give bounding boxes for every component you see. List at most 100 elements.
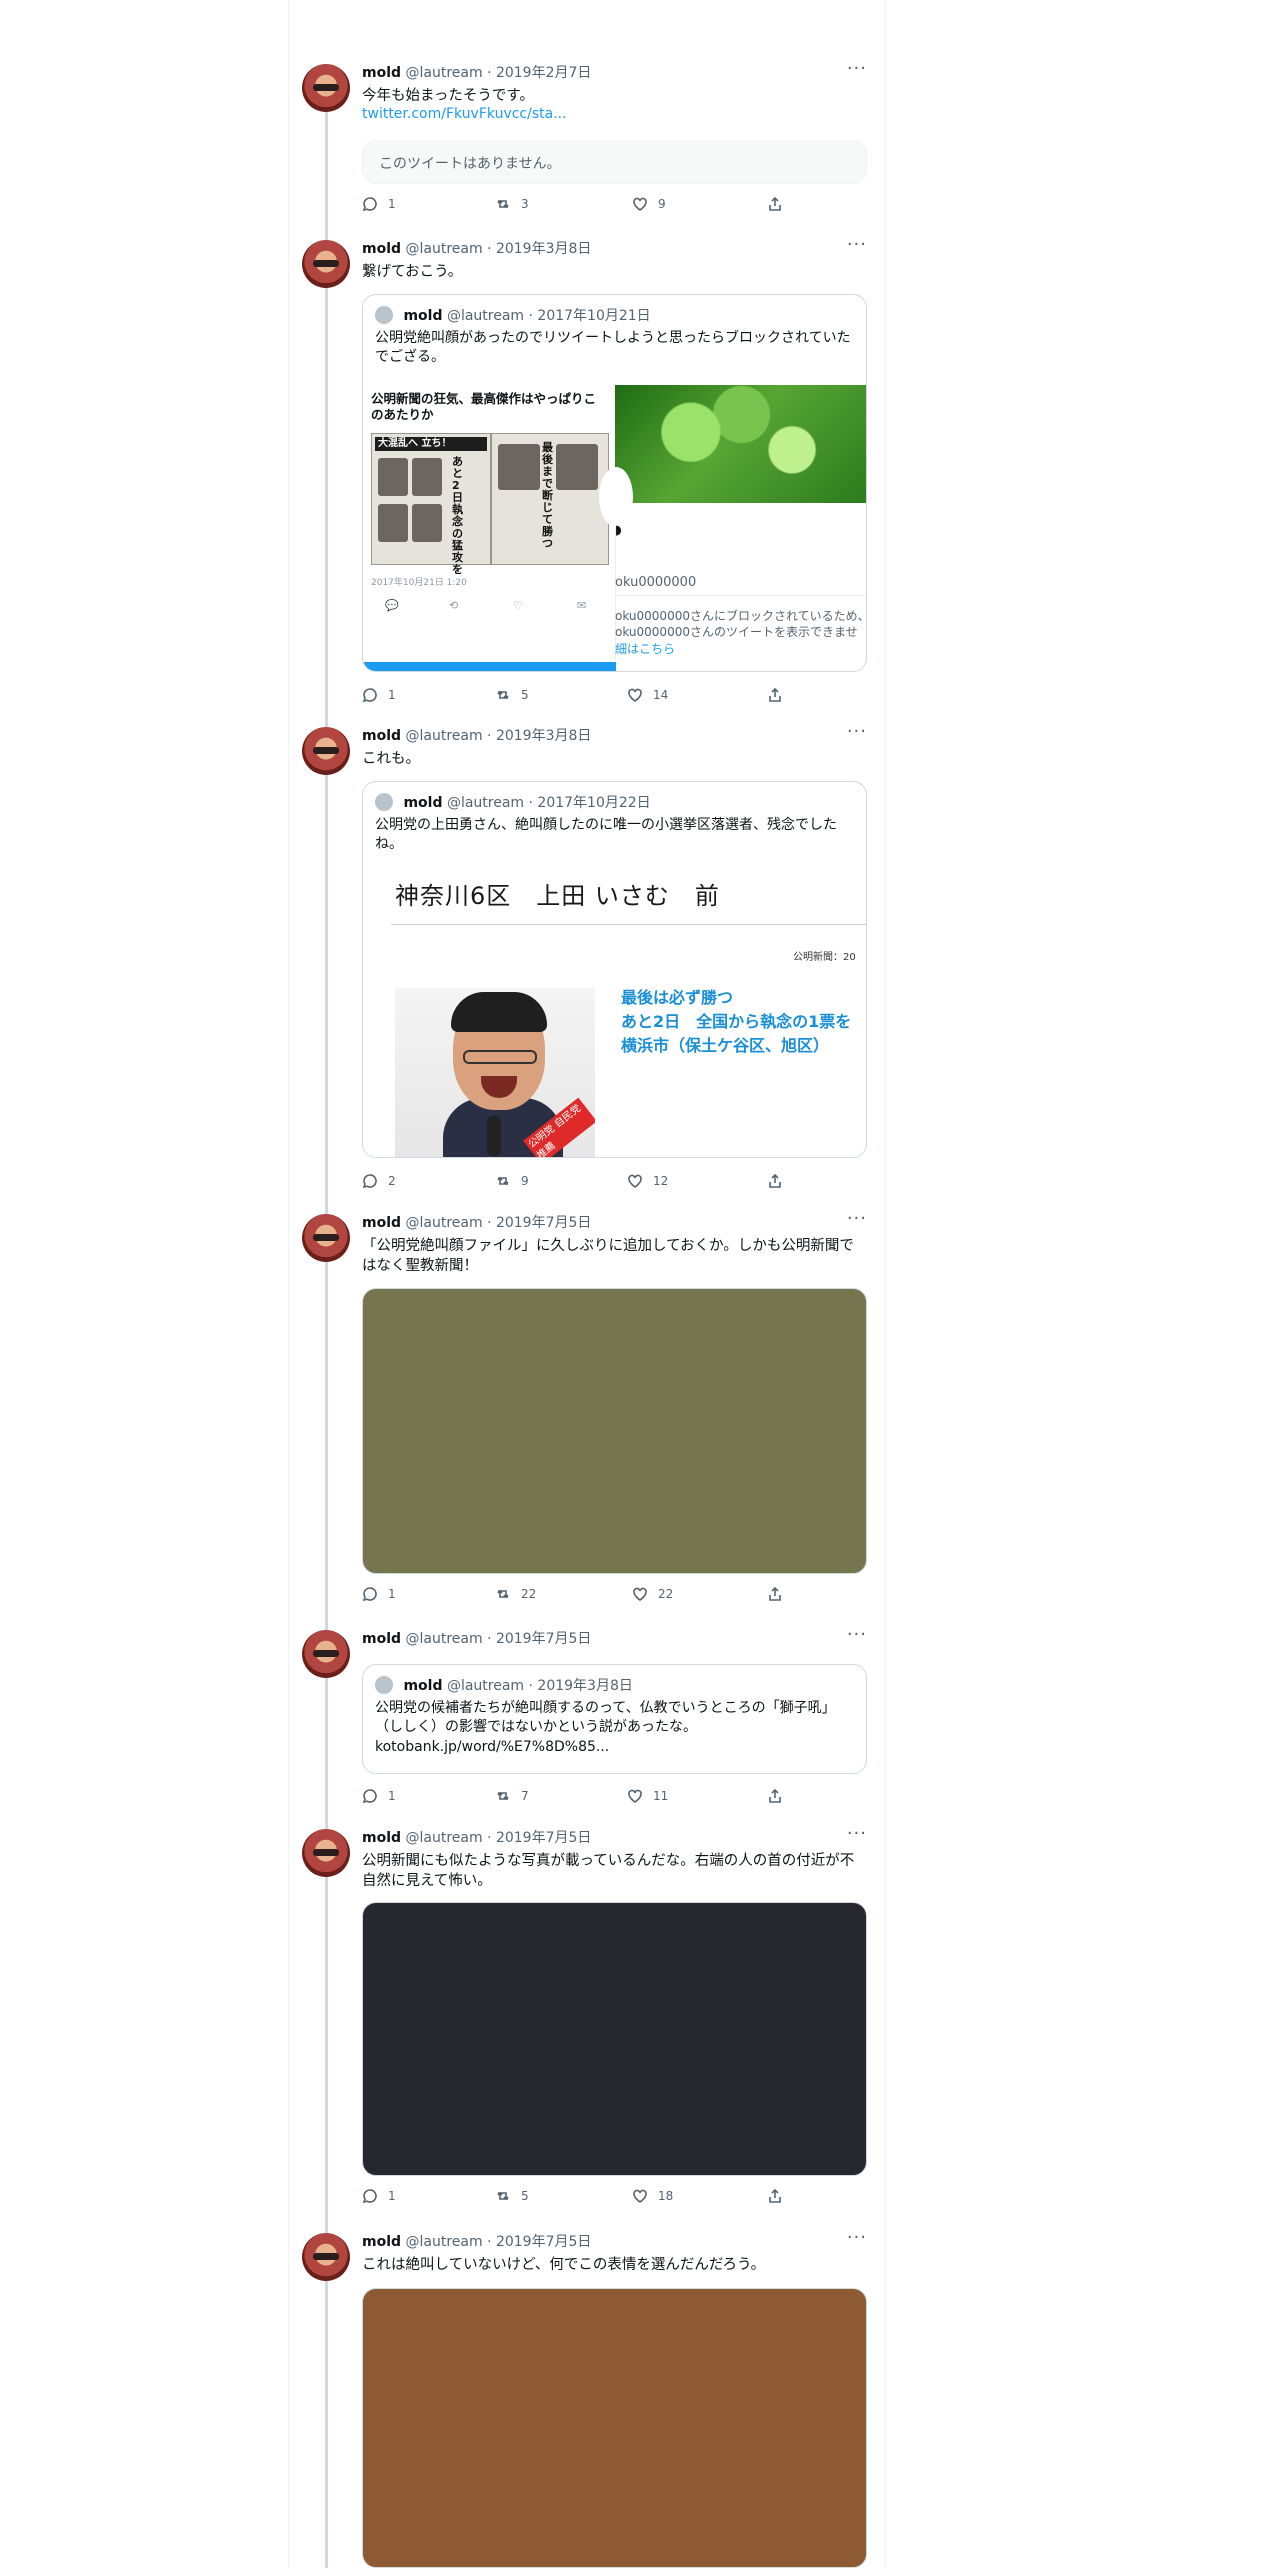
tweet-date[interactable]: 2019年7月5日 — [496, 2234, 591, 2250]
tweet-date[interactable]: 2019年7月5日 — [496, 1631, 591, 1647]
tweet-header: mold @lautream · 2019年3月8日 — [362, 241, 592, 257]
like-button[interactable]: 9 — [632, 196, 666, 212]
more-options-icon[interactable]: ··· — [847, 721, 867, 742]
tweet-1[interactable]: mold @lautream · 2019年2月7日 ··· 今年も始まったそう… — [300, 58, 884, 224]
retweet-button[interactable]: 9 — [495, 1173, 529, 1189]
retweet-button[interactable]: 5 — [495, 2188, 529, 2204]
reply-icon — [362, 2189, 377, 2204]
reply-icon — [362, 1174, 377, 1189]
share-button[interactable] — [767, 2188, 783, 2204]
embedded-tweet-card[interactable]: 公明新聞の狂気、最高傑作はやっぱりこのあたりか 大混乱へ 立ち！ あと2日 執念… — [363, 385, 616, 662]
display-name[interactable]: mold — [362, 1631, 401, 1647]
tweet-date[interactable]: 2019年3月8日 — [496, 728, 591, 744]
candidate-photo: 公明党 自民党推薦 — [395, 988, 595, 1157]
reply-button[interactable]: 2 — [362, 1173, 396, 1189]
share-button[interactable] — [767, 196, 783, 212]
user-handle[interactable]: @lautream — [405, 2234, 482, 2250]
user-handle[interactable]: @lautream — [405, 1830, 482, 1846]
display-name[interactable]: mold — [362, 1215, 401, 1231]
tweet-date[interactable]: 2019年2月7日 — [496, 65, 591, 81]
quoted-tweet-text: 公明党絶叫顔があったのでリツイートしようと思ったらブロックされていたでござる。 — [375, 330, 851, 365]
tweet-3[interactable]: mold @lautream · 2019年3月8日 ··· これも。 mold… — [300, 721, 884, 1197]
quoted-tweet[interactable]: mold @lautream · 2019年3月8日 公明党の候補者たちが絶叫顔… — [362, 1664, 867, 1774]
avatar[interactable] — [302, 240, 350, 288]
reply-button[interactable]: 1 — [362, 1586, 396, 1602]
card-title: 公明新聞の狂気、最高傑作はやっぱりこのあたりか — [371, 391, 597, 422]
more-options-icon[interactable]: ··· — [847, 234, 867, 255]
user-handle[interactable]: @lautream — [405, 241, 482, 257]
display-name[interactable]: mold — [362, 1830, 401, 1846]
tweet-date[interactable]: 2019年7月5日 — [496, 1830, 591, 1846]
avatar[interactable] — [302, 2233, 350, 2281]
avatar[interactable] — [302, 64, 350, 112]
avatar[interactable] — [302, 1829, 350, 1877]
sunglasses-detail — [313, 260, 339, 267]
tweet-4[interactable]: mold @lautream · 2019年7月5日 ··· 「公明党絶叫顔ファ… — [300, 1208, 884, 1614]
user-handle[interactable]: @lautream — [405, 1215, 482, 1231]
retweet-button[interactable]: 7 — [495, 1788, 529, 1804]
more-options-icon[interactable]: ··· — [847, 2227, 867, 2248]
retweet-button[interactable]: 22 — [495, 1586, 536, 1602]
tweet-5[interactable]: mold @lautream · 2019年7月5日 ··· mold @lau… — [300, 1624, 884, 1820]
display-name[interactable]: mold — [362, 65, 401, 81]
tweet-header: mold @lautream · 2019年3月8日 — [362, 728, 592, 744]
like-button[interactable]: 12 — [627, 1173, 668, 1189]
more-options-icon[interactable]: ··· — [847, 1208, 867, 1229]
card-timestamp: 2017年10月21日 1:20 — [371, 578, 467, 588]
quoted-tweet-header: mold @lautream · 2019年3月8日 — [375, 1675, 633, 1695]
reply-button[interactable]: 1 — [362, 196, 396, 212]
share-icon — [769, 1788, 781, 1803]
tweet-text: 公明新聞にも似たような写真が載っているんだな。右端の人の首の付近が不自然に見えて… — [362, 1853, 855, 1889]
election-flyer-image[interactable]: 神奈川6区 上田 いさむ 前 公明新聞：20 公明党 自民党推薦 最後は必ず勝つ… — [363, 868, 866, 1157]
retweet-button[interactable]: 3 — [495, 196, 529, 212]
user-handle[interactable]: @lautream — [405, 1631, 482, 1647]
quoted-tweet-text: 公明党の上田勇さん、絶叫顔したのに唯一の小選挙区落選者、残念でしたね。 — [375, 817, 837, 852]
more-options-icon[interactable]: ··· — [847, 58, 867, 79]
more-options-icon[interactable]: ··· — [847, 1823, 867, 1844]
tweet-date[interactable]: 2019年3月8日 — [496, 241, 591, 257]
like-button[interactable]: 18 — [632, 2188, 673, 2204]
retweet-button[interactable]: 5 — [495, 687, 529, 703]
tweet-header: mold @lautream · 2019年7月5日 — [362, 1830, 592, 1846]
media-progress-bar — [363, 662, 616, 671]
share-button[interactable] — [767, 687, 783, 703]
avatar[interactable] — [302, 727, 350, 775]
tweet-image[interactable] — [362, 1902, 867, 2176]
user-handle[interactable]: @lautream — [405, 65, 482, 81]
reply-button[interactable]: 1 — [362, 1788, 396, 1804]
tweet-2[interactable]: mold @lautream · 2019年3月8日 ··· 繋げておこう。 m… — [300, 234, 884, 710]
tweet-content: mold @lautream · 2019年7月5日 ··· これは絶叫していな… — [362, 2227, 867, 2568]
more-options-icon[interactable]: ··· — [847, 1624, 867, 1645]
avatar[interactable] — [302, 1214, 350, 1262]
tweet-image[interactable] — [362, 1288, 867, 1574]
tweet-text: これは絶叫していないけど、何でこの表情を選んだんだろう。 — [362, 2257, 766, 2273]
carousel-next-icon[interactable]: ◗ — [615, 523, 622, 538]
share-button[interactable] — [767, 1788, 783, 1804]
tweet-image[interactable] — [362, 2288, 867, 2568]
tweet-7[interactable]: mold @lautream · 2019年7月5日 ··· これは絶叫していな… — [300, 2227, 884, 2568]
quoted-tweet[interactable]: mold @lautream · 2017年10月21日 公明党絶叫顔があったの… — [362, 294, 867, 672]
like-count: 9 — [658, 197, 666, 211]
quoted-tweet[interactable]: mold @lautream · 2017年10月22日 公明党の上田勇さん、絶… — [362, 781, 867, 1158]
display-name[interactable]: mold — [362, 2234, 401, 2250]
tweet-date[interactable]: 2019年7月5日 — [496, 1215, 591, 1231]
reply-icon — [362, 197, 377, 212]
share-button[interactable] — [767, 1173, 783, 1189]
blocked-details-link[interactable]: 細はこちら — [615, 640, 675, 657]
tweet-6[interactable]: mold @lautream · 2019年7月5日 ··· 公明新聞にも似たよ… — [300, 1823, 884, 2215]
tweet-link[interactable]: twitter.com/FkuvFkuvcc/sta... — [362, 106, 867, 122]
reply-button[interactable]: 1 — [362, 2188, 396, 2204]
display-name[interactable]: mold — [362, 241, 401, 257]
heart-icon — [633, 197, 647, 211]
user-handle[interactable]: @lautream — [405, 728, 482, 744]
share-button[interactable] — [767, 1586, 783, 1602]
display-name[interactable]: mold — [362, 728, 401, 744]
tweet-header: mold @lautream · 2019年7月5日 — [362, 1215, 592, 1231]
avatar[interactable] — [302, 1630, 350, 1678]
like-button[interactable]: 11 — [627, 1788, 668, 1804]
quoted-tweet-header: mold @lautream · 2017年10月22日 — [375, 792, 651, 812]
reply-button[interactable]: 1 — [362, 687, 396, 703]
like-button[interactable]: 22 — [632, 1586, 673, 1602]
quoted-tweet-link[interactable]: kotobank.jp/word/%E7%8D%85... — [375, 1739, 609, 1755]
like-button[interactable]: 14 — [627, 687, 668, 703]
